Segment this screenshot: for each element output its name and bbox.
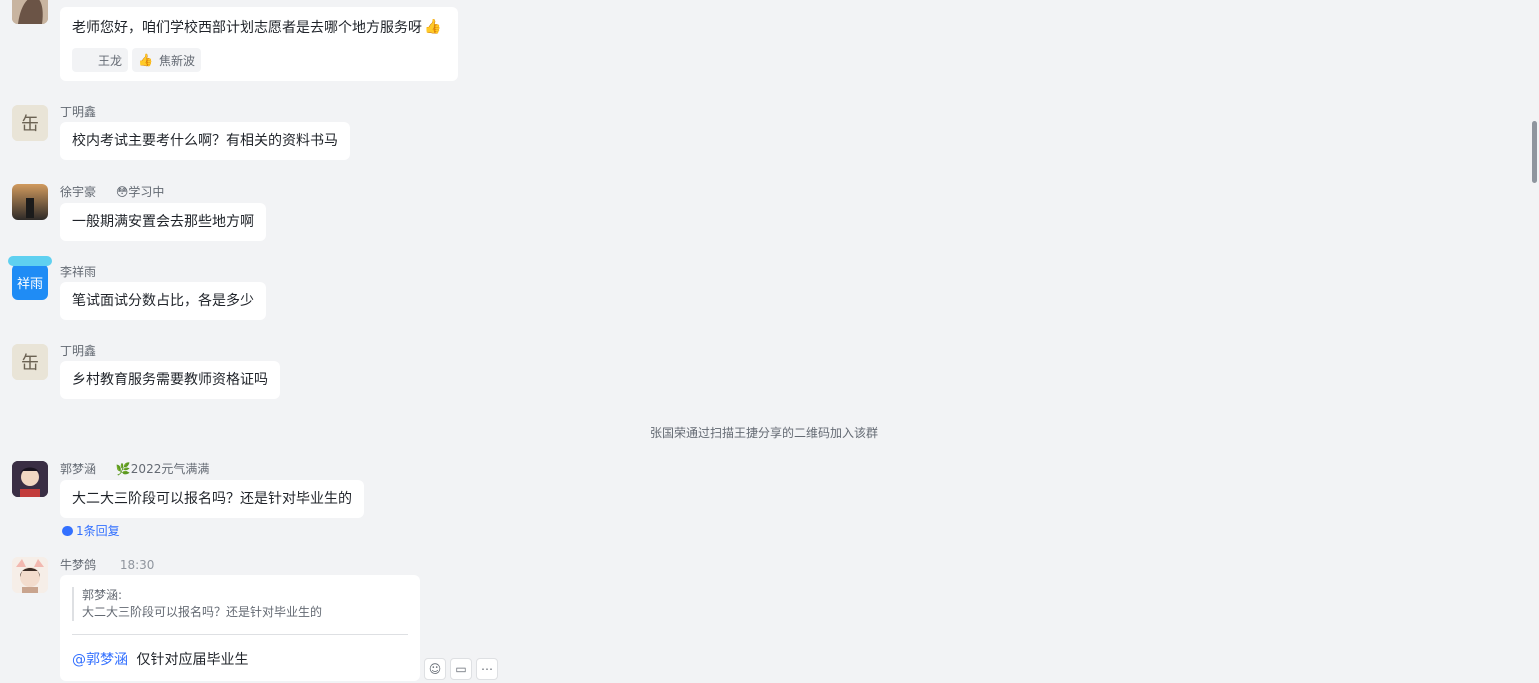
svg-text:缶: 缶 [21, 114, 39, 135]
message-bubble[interactable]: 一般期满安置会去那些地方啊 [60, 203, 266, 241]
sender-name: 丁明鑫 [60, 344, 97, 358]
avatar-text: 祥雨 [16, 276, 43, 292]
quoted-message[interactable]: 郭梦涵: 大二大三阶段可以报名吗？还是针对毕业生的 [72, 587, 322, 621]
mention-link[interactable]: @郭梦涵 [72, 652, 128, 668]
avatar[interactable] [12, 184, 48, 220]
message-text: 仅针对应届毕业生 [136, 652, 249, 668]
more-button[interactable]: ⋯ [476, 658, 498, 680]
crown-icon [8, 256, 52, 266]
thumbs-up-icon: 👍 [424, 19, 442, 35]
reply-button[interactable]: ▭ [450, 658, 472, 680]
message-text: 老师您好，咱们学校西部计划志愿者是去哪个地方服务呀 [72, 20, 422, 36]
message-text: 大二大三阶段可以报名吗？还是针对毕业生的 [72, 491, 352, 507]
timestamp: 18:30 [119, 558, 155, 572]
comment-icon [62, 525, 73, 536]
message-bubble[interactable]: 大二大三阶段可以报名吗？还是针对毕业生的 [60, 480, 364, 518]
divider [72, 634, 408, 635]
sender-row: 丁明鑫 [60, 104, 96, 120]
status-badge: 😳学习中 [115, 185, 165, 199]
reaction-chip[interactable]: 王龙 [72, 48, 129, 72]
emoji-icon: 🌿 [115, 462, 131, 476]
avatar[interactable]: 缶 [12, 344, 48, 380]
reaction-user: 王龙 [98, 53, 123, 68]
chat-message-list: 老师您好，咱们学校西部计划志愿者是去哪个地方服务呀 👍 王龙 👍 焦新波 缶 丁… [0, 0, 1528, 683]
reaction-chip[interactable]: 👍 焦新波 [132, 48, 201, 72]
scrollbar[interactable] [1528, 0, 1539, 683]
avatar[interactable] [12, 557, 48, 593]
sender-row: 牛梦鸽 18:30 [60, 557, 154, 573]
system-message: 张国荣通过扫描王捷分享的二维码加入该群 [649, 426, 878, 440]
message-bubble[interactable]: 郭梦涵: 大二大三阶段可以报名吗？还是针对毕业生的 @郭梦涵 仅针对应届毕业生 [60, 575, 420, 681]
message-body: @郭梦涵 仅针对应届毕业生 [72, 649, 248, 669]
thumbs-up-icon: 👍 [138, 53, 153, 67]
sender-name: 郭梦涵 [60, 462, 97, 476]
avatar[interactable] [12, 461, 48, 497]
emoji-add-icon: ☺ [428, 662, 442, 676]
message-text: 一般期满安置会去那些地方啊 [72, 214, 254, 230]
message-bubble[interactable]: 老师您好，咱们学校西部计划志愿者是去哪个地方服务呀 👍 王龙 👍 焦新波 [60, 7, 458, 81]
message-text: 校内考试主要考什么啊？有相关的资料书马 [72, 133, 338, 149]
message-bubble[interactable]: 校内考试主要考什么啊？有相关的资料书马 [60, 122, 350, 160]
replies-count: 1条回复 [76, 524, 120, 538]
svg-text:缶: 缶 [21, 353, 39, 374]
status-badge: 🌿2022元气满满 [115, 462, 210, 476]
quote-text: 大二大三阶段可以报名吗？还是针对毕业生的 [82, 605, 323, 619]
comment-icon: ▭ [455, 662, 467, 676]
sender-name: 徐宇豪 [60, 185, 97, 199]
quote-author: 郭梦涵: [82, 588, 123, 602]
sender-row: 徐宇豪 😳学习中 [60, 184, 164, 200]
message-bubble[interactable]: 笔试面试分数占比，各是多少 [60, 282, 266, 320]
scrollbar-thumb[interactable] [1532, 121, 1537, 183]
sender-name: 丁明鑫 [60, 105, 97, 119]
sender-row: 郭梦涵 🌿2022元气满满 [60, 461, 209, 477]
avatar[interactable] [12, 0, 48, 24]
reaction-user: 焦新波 [158, 53, 195, 68]
thread-replies-link[interactable]: 1条回复 [62, 522, 120, 539]
sender-row: 丁明鑫 [60, 343, 96, 359]
message-actions-toolbar: ☺ ▭ ⋯ [424, 658, 498, 680]
message-text: 笔试面试分数占比，各是多少 [72, 293, 254, 309]
add-reaction-button[interactable]: ☺ [424, 658, 446, 680]
avatar[interactable]: 祥雨 [8, 256, 52, 300]
message-bubble[interactable]: 乡村教育服务需要教师资格证吗 [60, 361, 280, 399]
sender-row: 李祥雨 [60, 264, 96, 280]
sender-name: 牛梦鸽 [60, 558, 97, 572]
message-text: 乡村教育服务需要教师资格证吗 [72, 372, 268, 388]
avatar[interactable]: 缶 [12, 105, 48, 141]
sender-name: 李祥雨 [60, 265, 97, 279]
more-icon: ⋯ [481, 662, 493, 676]
